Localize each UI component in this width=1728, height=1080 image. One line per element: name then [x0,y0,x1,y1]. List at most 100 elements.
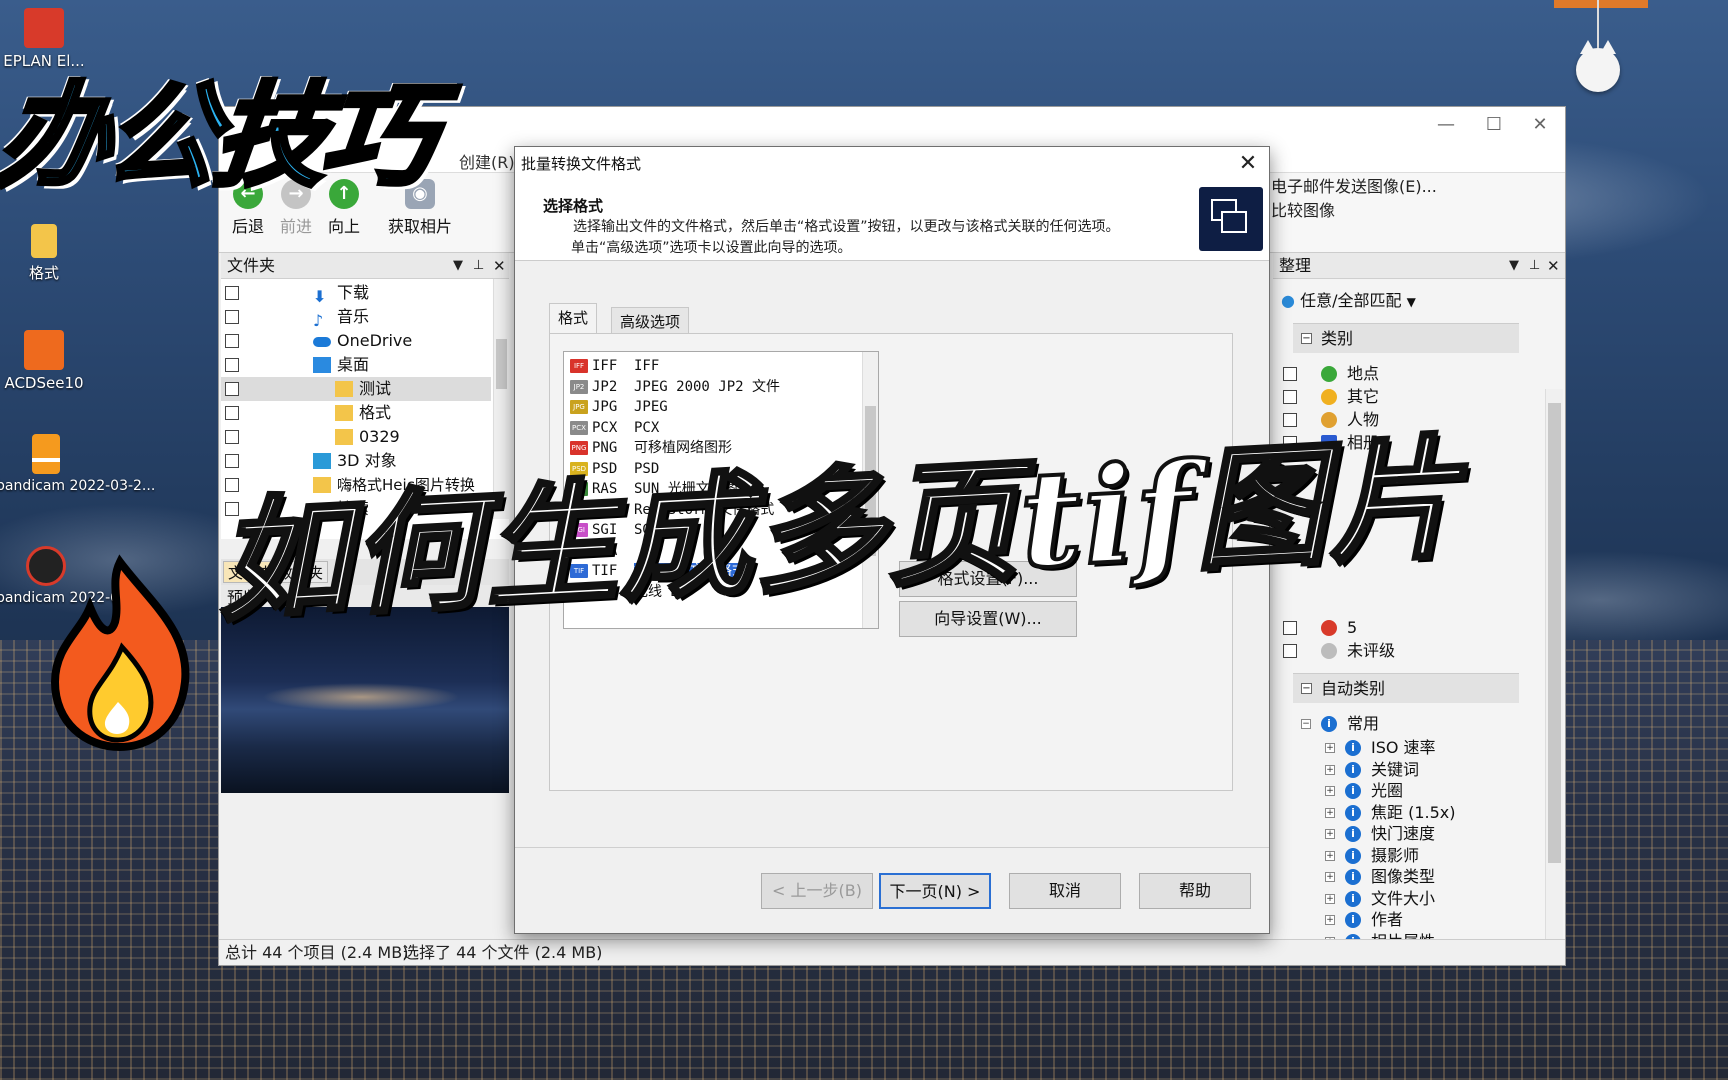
auto-category-section-header[interactable]: − 自动类别 [1293,673,1519,703]
info-icon: i [1345,740,1361,756]
globe-icon: ● [1281,291,1295,310]
format-description: JPEG [634,399,668,415]
close-icon[interactable]: ✕ [1517,111,1563,139]
tab-advanced[interactable]: 高级选项 [611,307,690,335]
expand-icon[interactable]: + [1325,893,1335,904]
expand-icon[interactable]: + [1325,850,1335,861]
dropdown-icon[interactable]: ▼ [1509,253,1519,279]
desktop-icon-bandicam-1[interactable]: bandicam 2022-03-2... [0,434,155,494]
auto-category-item[interactable]: + i ISO 速率 [1325,737,1436,759]
format-file-icon: JPG [570,400,588,414]
desktop-icon-folder[interactable]: 格式 [0,224,92,283]
close-pane-icon[interactable]: ✕ [1547,253,1560,279]
close-icon[interactable]: ✕ [1233,151,1263,177]
desktop-decoration [1554,0,1648,8]
checkbox[interactable] [225,334,239,348]
auto-category-label: 图像类型 [1371,867,1436,886]
scrollbar-thumb[interactable] [1548,403,1561,863]
category-section-header[interactable]: − 类别 [1293,323,1519,353]
desktop-decoration [1597,0,1599,50]
help-button[interactable]: 帮助 [1139,873,1251,909]
next-button[interactable]: 下一页(N) > [879,873,991,909]
auto-category-label: 文件大小 [1371,888,1436,908]
checkbox[interactable] [225,430,239,444]
dialog-description: 选择输出文件的文件格式，然后单击“格式设置”按钮，以更改与该格式关联的任何选项。… [571,219,1120,256]
checkbox[interactable] [1283,367,1297,381]
auto-category-label: 焦距 (1.5x) [1371,802,1456,822]
desktop-folder-icon [313,357,331,373]
rating-5[interactable]: 5 [1283,617,1357,639]
checkbox[interactable] [225,406,239,420]
minimize-icon[interactable]: — [1423,111,1469,139]
folder-item-onedrive[interactable]: OneDrive [221,329,491,353]
format-file-icon: IFF [570,359,588,373]
dialog-heading: 选择格式 [543,197,604,215]
info-icon: i [1345,890,1361,907]
folder-item-format[interactable]: 格式 [221,401,491,425]
info-icon: i [1345,761,1361,778]
rating-none[interactable]: 未评级 [1283,640,1395,662]
auto-category-item[interactable]: + i 快门速度 [1325,823,1436,845]
checkbox[interactable] [225,286,239,300]
auto-category-item[interactable]: + i 文件大小 [1325,888,1436,910]
auto-category-label: ISO 速率 [1371,738,1436,757]
expand-icon[interactable]: + [1325,915,1335,925]
organize-scrollbar[interactable] [1545,389,1563,949]
dropdown-icon[interactable]: ▼ [453,253,463,279]
pin-icon[interactable]: ⊥ [1529,253,1540,279]
close-pane-icon[interactable]: ✕ [493,253,506,279]
menu-create[interactable]: 创建(R) [459,149,515,173]
expand-icon[interactable]: + [1325,807,1335,818]
info-icon: i [1321,716,1337,732]
checkbox[interactable] [225,382,239,396]
auto-category-item[interactable]: + i 光圈 [1325,780,1404,802]
auto-category-item[interactable]: + i 摄影师 [1325,845,1420,867]
format-item[interactable]: JPG JPG JPEG [570,397,668,417]
music-note-icon: ♪ [313,311,324,330]
back-button[interactable]: < 上一步(B) [761,873,873,909]
folder-item-music[interactable]: ♪ 音乐 [221,305,491,330]
auto-category-item[interactable]: + i 关键词 [1325,759,1419,781]
collapse-icon[interactable]: − [1301,683,1312,694]
expand-icon[interactable]: + [1325,743,1335,753]
collapse-icon[interactable]: − [1301,719,1311,729]
pin-icon[interactable]: ⊥ [473,253,484,279]
maximize-icon[interactable]: ☐ [1471,111,1517,139]
tab-format[interactable]: 格式 [549,303,598,333]
info-icon: i [1345,826,1361,842]
folder-icon [335,381,353,397]
folder-item-downloads[interactable]: ⬇ 下载 [221,281,491,306]
checkbox[interactable] [1283,644,1297,658]
format-item[interactable]: JP2 JP2 JPEG 2000 JP2 文件 [570,377,780,397]
scrollbar-thumb[interactable] [496,339,507,389]
checkbox[interactable] [225,310,239,324]
auto-category-common[interactable]: − i 常用 [1301,713,1379,735]
auto-category-label: 摄影师 [1371,845,1420,865]
info-icon: i [1345,847,1361,864]
desktop-icon-acdsee[interactable]: ACDSee10 [0,330,92,392]
info-icon: i [1345,783,1361,799]
expand-icon[interactable]: + [1325,829,1335,839]
auto-category-item[interactable]: + i 图像类型 [1325,866,1436,888]
folder-item-test[interactable]: 测试 [221,377,491,401]
auto-category-label: 快门速度 [1371,824,1436,843]
email-images-button[interactable]: 电子邮件发送图像(E)... [1271,173,1437,197]
compare-images-button[interactable]: 比较图像 [1271,197,1335,221]
expand-icon[interactable]: + [1325,764,1335,775]
expand-icon[interactable]: + [1325,872,1335,882]
auto-category-item[interactable]: + i 作者 [1325,909,1403,931]
auto-category-item[interactable]: + i 焦距 (1.5x) [1325,802,1456,824]
category-places[interactable]: 地点 [1283,363,1379,385]
checkbox[interactable] [225,358,239,372]
folders-pane-header: 文件夹 ▼ ⊥ ✕ [221,253,509,279]
folder-item-desktop[interactable]: 桌面 [221,353,491,377]
fire-icon [50,554,190,752]
collapse-icon[interactable]: − [1301,333,1312,344]
auto-category-label: 光圈 [1371,781,1404,800]
match-selector[interactable]: ● 任意/全部匹配 ▼ [1281,287,1416,311]
dialog-separator [515,847,1269,848]
expand-icon[interactable]: + [1325,786,1335,796]
checkbox[interactable] [1283,621,1297,635]
cancel-button[interactable]: 取消 [1009,873,1121,909]
format-item[interactable]: IFF IFF IFF [570,356,659,376]
